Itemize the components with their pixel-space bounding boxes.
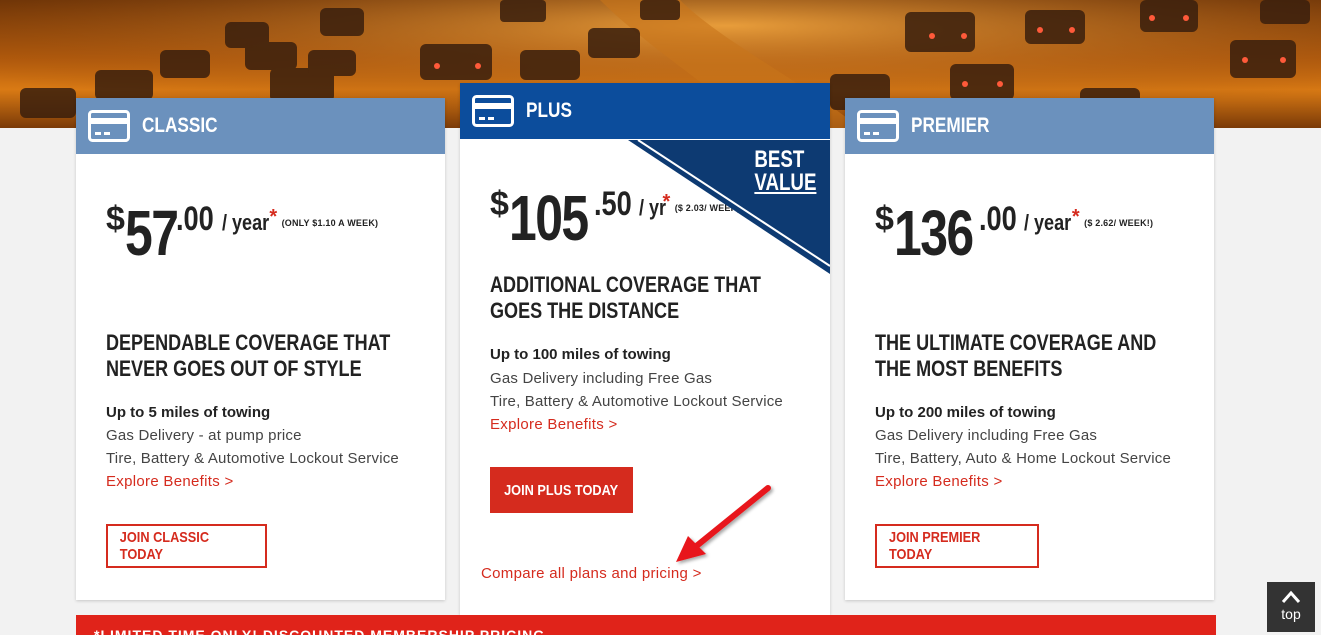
plan-header-plus: PLUS [460, 83, 830, 139]
plan-price: $136.00 / year* ($ 2.62/ WEEK!) [875, 197, 1154, 269]
benefit-gas: Gas Delivery including Free Gas [490, 370, 713, 387]
benefit-lockout: Tire, Battery, Auto & Home Lockout Servi… [875, 450, 1172, 467]
plan-name: CLASSIC [142, 114, 218, 137]
plan-header-premier: PREMIER [845, 98, 1214, 154]
membership-card-icon [88, 110, 130, 142]
red-arrow [676, 485, 771, 562]
benefit-gas: Gas Delivery including Free Gas [875, 427, 1098, 444]
plan-name: PREMIER [911, 114, 990, 137]
join-premier-button[interactable]: JOIN PREMIER TODAY [875, 524, 1039, 568]
benefit-lockout: Tire, Battery & Automotive Lockout Servi… [490, 393, 783, 410]
membership-card-icon [857, 110, 899, 142]
plan-header-classic: CLASSIC [76, 98, 445, 154]
plan-tagline: DEPENDABLE COVERAGE THAT NEVER GOES OUT … [106, 330, 391, 381]
membership-card-icon [472, 95, 514, 127]
back-to-top-button[interactable]: top [1267, 582, 1315, 632]
towing-benefit: Up to 5 miles of towing [106, 404, 271, 421]
explore-benefits-link[interactable]: Explore Benefits > [106, 473, 234, 490]
benefit-lockout: Tire, Battery & Automotive Lockout Servi… [106, 450, 399, 467]
benefit-gas: Gas Delivery - at pump price [106, 427, 302, 444]
join-plus-button[interactable]: JOIN PLUS TODAY [490, 467, 633, 513]
towing-benefit: Up to 200 miles of towing [875, 404, 1056, 421]
towing-benefit: Up to 100 miles of towing [490, 346, 671, 363]
plan-card-classic: CLASSIC $57.00 / year* (ONLY $1.10 A WEE… [76, 98, 445, 600]
plan-card-premier: PREMIER $136.00 / year* ($ 2.62/ WEEK!) … [845, 98, 1214, 600]
plan-tagline: ADDITIONAL COVERAGE THAT GOES THE DISTAN… [490, 272, 761, 323]
explore-benefits-link[interactable]: Explore Benefits > [875, 473, 1003, 490]
best-value-text: BEST VALUE [754, 146, 817, 196]
promo-banner: *LIMITED TIME ONLY! DISCOUNTED MEMBERSHI… [76, 615, 1216, 635]
plan-tagline: THE ULTIMATE COVERAGE AND THE MOST BENEF… [875, 330, 1157, 381]
plan-price: $57.00 / year* (ONLY $1.10 A WEEK) [106, 197, 379, 269]
explore-benefits-link[interactable]: Explore Benefits > [490, 416, 618, 433]
chevron-up-icon [1281, 590, 1301, 603]
join-classic-button[interactable]: JOIN CLASSIC TODAY [106, 524, 267, 568]
plan-name: PLUS [526, 99, 572, 122]
